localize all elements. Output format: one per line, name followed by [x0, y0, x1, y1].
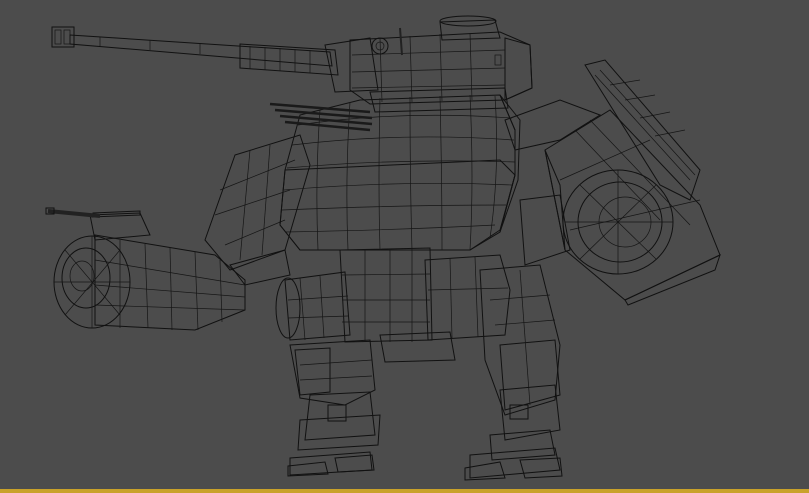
left-foot[interactable]: [287, 451, 375, 477]
right-arm-launcher[interactable]: [504, 59, 721, 306]
right-foot[interactable]: [464, 429, 563, 481]
3d-viewport[interactable]: [0, 0, 809, 493]
tank-turret[interactable]: [324, 15, 533, 105]
right-leg[interactable]: [479, 264, 561, 441]
viewport-canvas[interactable]: [0, 0, 809, 493]
antenna: [399, 27, 403, 56]
hip-block[interactable]: [275, 247, 511, 363]
torso-vents: [269, 102, 373, 132]
left-leg[interactable]: [289, 339, 381, 451]
active-viewport-border: [0, 489, 809, 493]
left-shoulder-joint[interactable]: [204, 134, 311, 286]
left-arm-cannon[interactable]: [45, 207, 246, 331]
main-cannon[interactable]: [51, 26, 339, 76]
